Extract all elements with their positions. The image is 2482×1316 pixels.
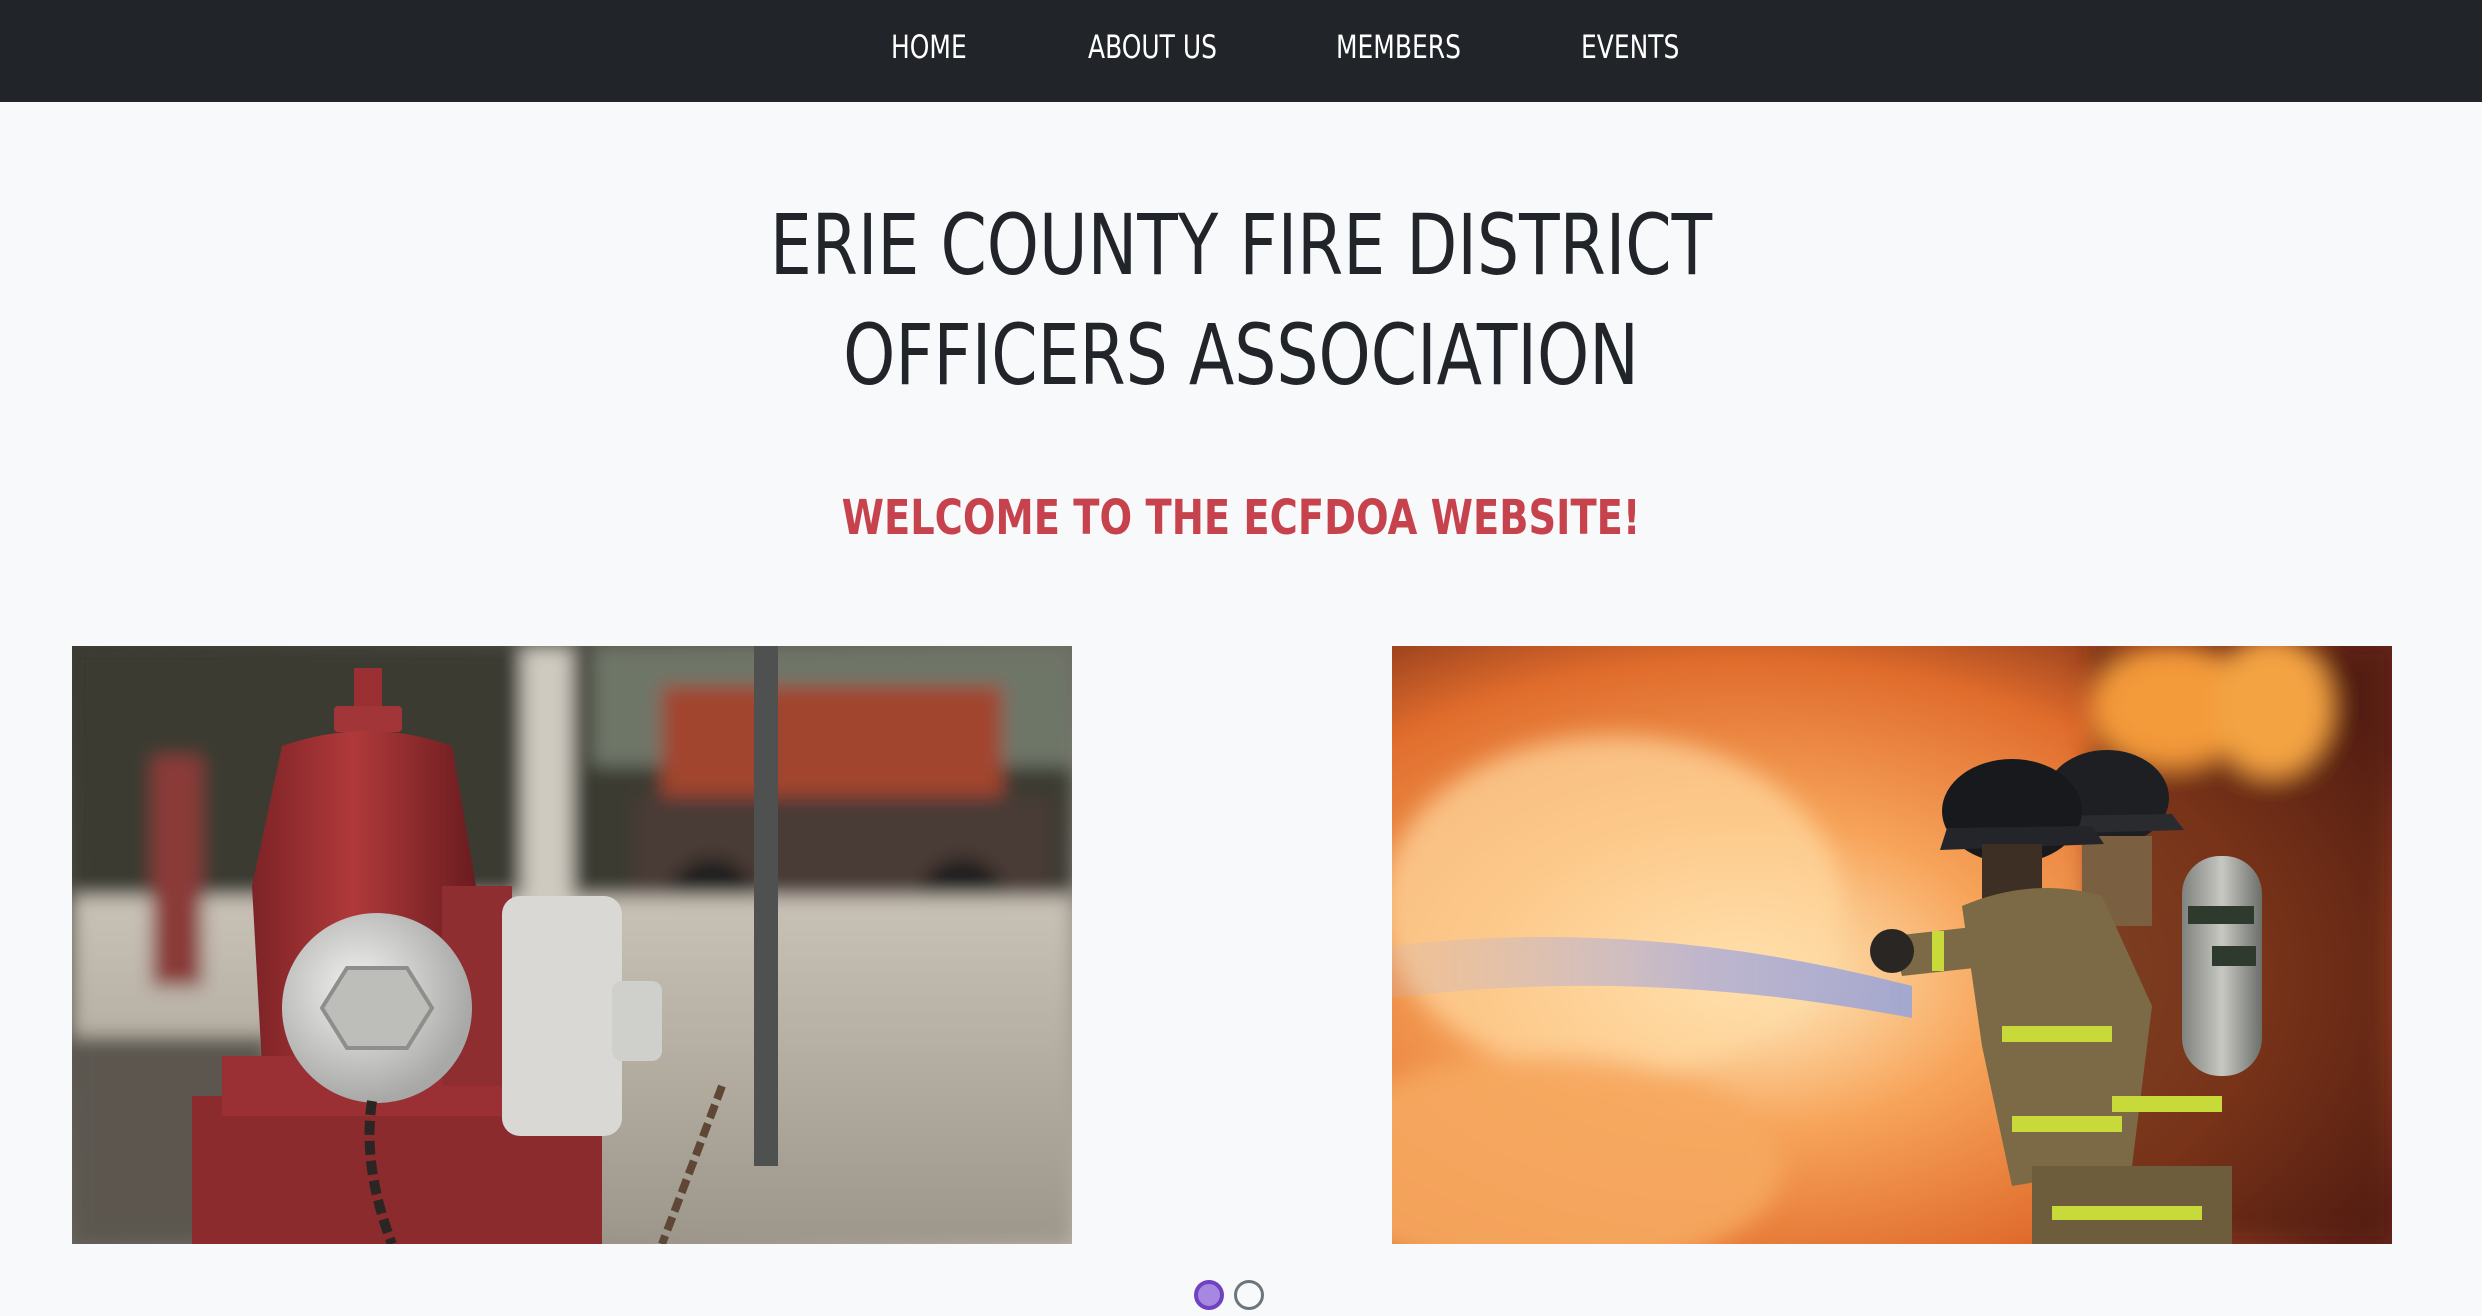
carousel-indicator-1[interactable] bbox=[1194, 1280, 1224, 1310]
page-title-line-1: ERIE COUNTY FIRE DISTRICT bbox=[769, 196, 1713, 294]
carousel-indicator-2[interactable] bbox=[1234, 1280, 1264, 1310]
page-title: ERIE COUNTY FIRE DISTRICT OFFICERS ASSOC… bbox=[0, 190, 2482, 410]
top-navbar: HOME ABOUT US MEMBERS EVENTS bbox=[0, 0, 2482, 102]
welcome-heading: WELCOME TO THE ECFDOA WEBSITE! bbox=[841, 490, 1641, 546]
nav-home-link[interactable]: HOME bbox=[891, 0, 967, 94]
nav-about-us-link[interactable]: ABOUT US bbox=[1088, 0, 1217, 94]
carousel-slide-firefighters-image bbox=[1392, 646, 2392, 1244]
nav-events-link[interactable]: EVENTS bbox=[1581, 0, 1679, 94]
carousel-slide-hydrant-image bbox=[72, 646, 1072, 1244]
nav-members-link[interactable]: MEMBERS bbox=[1336, 0, 1461, 94]
page-title-line-2: OFFICERS ASSOCIATION bbox=[843, 306, 1639, 404]
